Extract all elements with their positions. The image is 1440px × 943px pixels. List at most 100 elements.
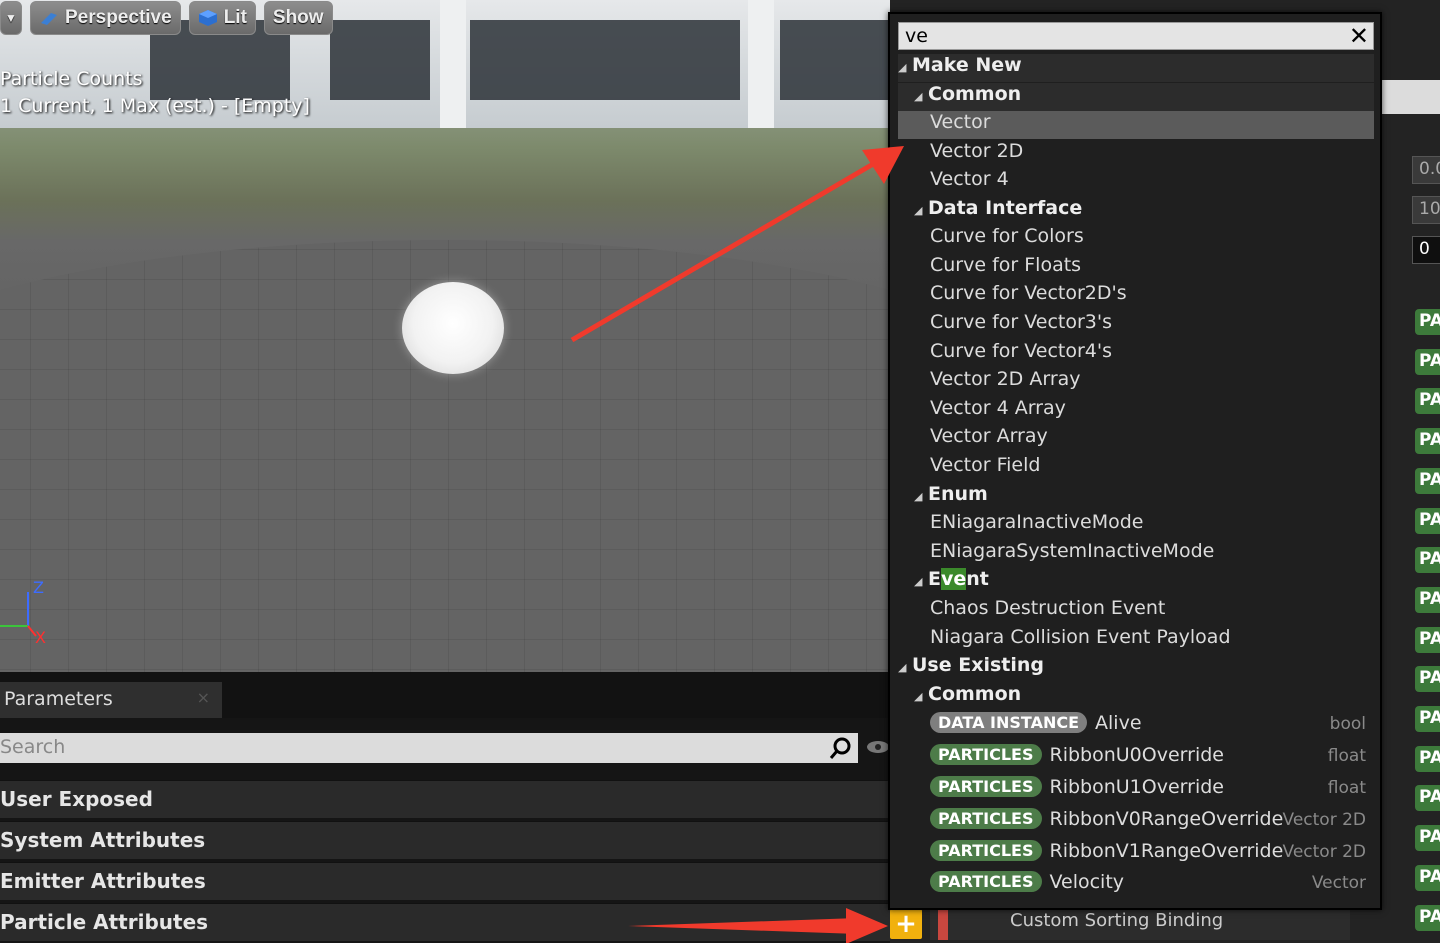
tab-parameters[interactable]: Parameters × — [0, 682, 222, 718]
collapse-triangle-icon: ◢ — [898, 61, 907, 74]
category-common-label: Common — [928, 83, 1022, 105]
existing-item-name: RibbonU0Override — [1049, 744, 1224, 766]
existing-item-ribbon-v1-range-override[interactable]: PARTICLES RibbonV1RangeOverride Vector 2D — [930, 840, 1374, 870]
pa-badge: PA — [1415, 467, 1440, 494]
level-viewport[interactable]: ▼ Perspective Lit Show Particle Counts 1… — [0, 0, 890, 672]
menu-item-curve-vector4[interactable]: Curve for Vector4's — [898, 340, 1374, 368]
particles-badge: PARTICLES — [930, 744, 1042, 765]
particle-counts-line: 1 Current, 1 Max (est.) - [Empty] — [0, 95, 310, 117]
pa-badge: PA — [1415, 547, 1440, 574]
search-placeholder: Search — [0, 736, 66, 758]
category-enum-label: Enum — [928, 483, 988, 505]
category-event[interactable]: ◢ Event — [898, 568, 1374, 596]
close-icon[interactable]: ✕ — [1349, 22, 1369, 50]
axis-gizmo: Z X — [0, 578, 60, 648]
lit-button[interactable]: Lit — [188, 1, 256, 35]
add-parameter-menu: ve ✕ ◢ Make New ◢ Common Vector Vector 2D … — [888, 12, 1382, 910]
pa-badge: PA — [1415, 864, 1440, 891]
category-enum[interactable]: ◢ Enum — [898, 483, 1374, 511]
collapse-triangle-icon: ◢ — [914, 204, 923, 217]
details-field-2[interactable]: 10 — [1412, 196, 1440, 224]
pa-badge: PA — [1415, 388, 1440, 415]
particle-counts-title: Particle Counts — [0, 68, 143, 90]
existing-item-ribbon-v0-range-override[interactable]: PARTICLES RibbonV0RangeOverride Vector 2D — [930, 808, 1374, 838]
particles-badge: PARTICLES — [930, 840, 1042, 861]
custom-sorting-binding-label: Custom Sorting Binding — [1010, 910, 1224, 931]
existing-item-type: Vector 2D — [1282, 810, 1366, 830]
menu-item-chaos-destruction-event[interactable]: Chaos Destruction Event — [898, 597, 1374, 625]
menu-item-vector[interactable]: Vector — [898, 111, 1374, 139]
menu-item-niagara-system-inactive-mode[interactable]: ENiagaraSystemInactiveMode — [898, 540, 1374, 568]
menu-item-vector-4-array[interactable]: Vector 4 Array — [898, 397, 1374, 425]
menu-item-curve-vector2d[interactable]: Curve for Vector2D's — [898, 282, 1374, 310]
pa-badge: PA — [1415, 626, 1440, 653]
data-instance-badge: DATA INSTANCE — [930, 712, 1088, 733]
menu-item-vector-field[interactable]: Vector Field — [898, 454, 1374, 482]
collapse-triangle-icon: ◢ — [914, 575, 923, 588]
menu-item-niagara-collision-event-payload[interactable]: Niagara Collision Event Payload — [898, 626, 1374, 654]
menu-item-vector-2d[interactable]: Vector 2D — [898, 140, 1374, 168]
pa-badge: PA — [1415, 825, 1440, 852]
existing-item-alive[interactable]: DATA INSTANCE Alive bool — [930, 712, 1374, 742]
category-user-exposed[interactable]: User Exposed — [0, 780, 890, 818]
parameters-search-input[interactable]: Search — [0, 733, 858, 763]
menu-item-vector-4[interactable]: Vector 4 — [898, 168, 1374, 196]
category-data-interface[interactable]: ◢ Data Interface — [898, 197, 1374, 225]
particle-stats-overlay: Particle Counts 1 Current, 1 Max (est.) … — [0, 66, 310, 120]
menu-search-input[interactable]: ve ✕ — [898, 22, 1374, 50]
add-parameter-button[interactable]: + — [890, 909, 922, 939]
viewport-toolbar: ▼ Perspective Lit Show — [0, 0, 333, 36]
particle-sphere[interactable] — [402, 282, 504, 374]
show-button[interactable]: Show — [263, 1, 333, 35]
category-event-label: Event — [928, 568, 989, 590]
show-label: Show — [272, 7, 324, 28]
existing-item-type: bool — [1329, 714, 1366, 734]
menu-item-vector-2d-array[interactable]: Vector 2D Array — [898, 368, 1374, 396]
parameters-tabbar: Parameters × — [0, 672, 890, 718]
particles-badge: PARTICLES — [930, 808, 1042, 829]
existing-item-velocity[interactable]: PARTICLES Velocity Vector — [930, 871, 1374, 901]
eye-icon[interactable] — [866, 739, 890, 755]
pa-badge: PA — [1415, 348, 1440, 375]
menu-search-value: ve — [905, 25, 928, 47]
search-magnifier-icon[interactable] — [828, 735, 854, 761]
category-data-interface-label: Data Interface — [928, 197, 1083, 219]
category-system-attributes[interactable]: System Attributes — [0, 821, 890, 859]
existing-item-type: float — [1327, 746, 1366, 766]
category-emitter-attributes[interactable]: Emitter Attributes — [0, 862, 890, 900]
category-particle-attributes[interactable]: Particle Attributes — [0, 903, 890, 941]
existing-item-ribbon-u1-override[interactable]: PARTICLES RibbonU1Override float — [930, 776, 1374, 806]
existing-item-type: float — [1327, 778, 1366, 798]
binding-color-bar — [938, 908, 948, 940]
menu-item-curve-floats[interactable]: Curve for Floats — [898, 254, 1374, 282]
section-make-new[interactable]: ◢ Make New — [898, 54, 1374, 82]
collapse-triangle-icon: ◢ — [914, 690, 923, 703]
event-label-post: nt — [966, 568, 989, 590]
category-common-existing[interactable]: ◢ Common — [898, 683, 1374, 711]
dropdown-arrow-icon: ▼ — [5, 11, 17, 25]
perspective-button[interactable]: Perspective — [30, 1, 181, 35]
existing-item-name: RibbonV1RangeOverride — [1049, 840, 1284, 862]
close-icon[interactable]: × — [197, 688, 210, 707]
custom-sorting-binding-row[interactable]: Custom Sorting Binding — [930, 908, 1350, 940]
pa-badge: PA — [1415, 428, 1440, 455]
parameters-panel: Parameters × Search User Exposed System … — [0, 672, 890, 943]
pa-badge: PA — [1415, 706, 1440, 732]
category-common-new[interactable]: ◢ Common — [898, 83, 1374, 111]
section-use-existing[interactable]: ◢ Use Existing — [898, 654, 1374, 682]
details-field-3[interactable]: 0 — [1412, 236, 1440, 264]
menu-item-vector-array[interactable]: Vector Array — [898, 425, 1374, 453]
menu-item-curve-colors[interactable]: Curve for Colors — [898, 225, 1374, 253]
existing-item-ribbon-u0-override[interactable]: PARTICLES RibbonU0Override float — [930, 744, 1374, 774]
details-field-1[interactable]: 0.0 — [1412, 156, 1440, 184]
collapse-triangle-icon: ◢ — [914, 490, 923, 503]
collapse-triangle-icon: ◢ — [898, 661, 907, 674]
menu-item-niagara-inactive-mode[interactable]: ENiagaraInactiveMode — [898, 511, 1374, 539]
menu-item-curve-vector3[interactable]: Curve for Vector3's — [898, 311, 1374, 339]
section-use-existing-label: Use Existing — [912, 654, 1045, 676]
pa-badge: PA — [1415, 666, 1440, 693]
event-label-pre: E — [928, 568, 941, 590]
viewport-options-button[interactable]: ▼ — [0, 1, 22, 35]
pa-badge: PA — [1415, 904, 1440, 931]
details-input-strip[interactable] — [1380, 80, 1440, 114]
